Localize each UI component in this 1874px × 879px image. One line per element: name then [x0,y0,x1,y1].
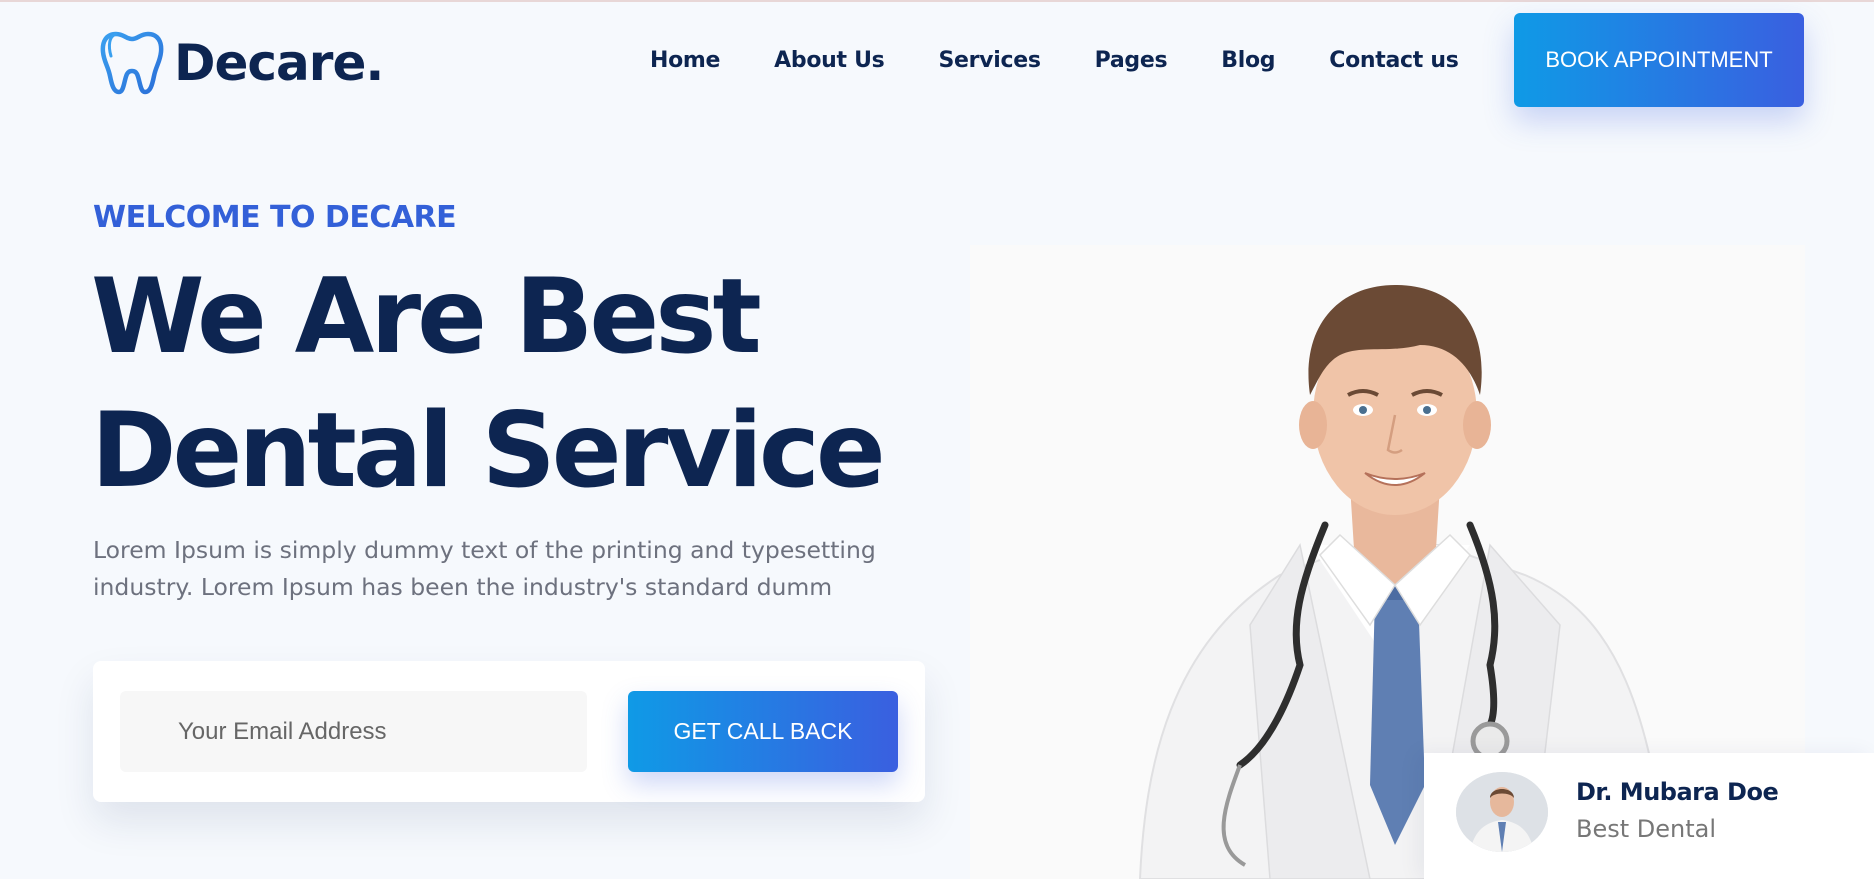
doctor-role: Best Dental [1576,815,1717,843]
book-appointment-button[interactable]: BOOK APPOINTMENT [1514,13,1804,107]
top-border [0,0,1874,2]
nav-services[interactable]: Services [938,48,1040,73]
doctor-name: Dr. Mubara Doe [1576,778,1779,806]
email-input[interactable] [120,691,587,772]
callback-form: GET CALL BACK [93,661,925,802]
main-nav: Home About Us Services Pages Blog Contac… [650,48,1459,73]
hero-title-line2: Dental Service [91,391,886,511]
nav-blog[interactable]: Blog [1221,48,1275,73]
brand-logo[interactable]: Decare. [100,30,384,96]
nav-home[interactable]: Home [650,48,720,73]
brand-name: Decare. [174,34,384,92]
hero-eyebrow: WELCOME TO DECARE [93,200,457,235]
hero-title: We Are Best Dental Service [91,250,991,518]
doctor-card: Dr. Mubara Doe Best Dental [1424,753,1874,879]
hero-title-line1: We Are Best [91,257,762,377]
avatar-icon [1456,772,1548,852]
tooth-icon [100,31,164,95]
hero-description: Lorem Ipsum is simply dummy text of the … [93,536,876,601]
nav-pages[interactable]: Pages [1095,48,1168,73]
nav-contact-us[interactable]: Contact us [1329,48,1459,73]
nav-about-us[interactable]: About Us [774,48,885,73]
doctor-avatar [1456,772,1548,852]
get-call-back-button[interactable]: GET CALL BACK [628,691,898,772]
